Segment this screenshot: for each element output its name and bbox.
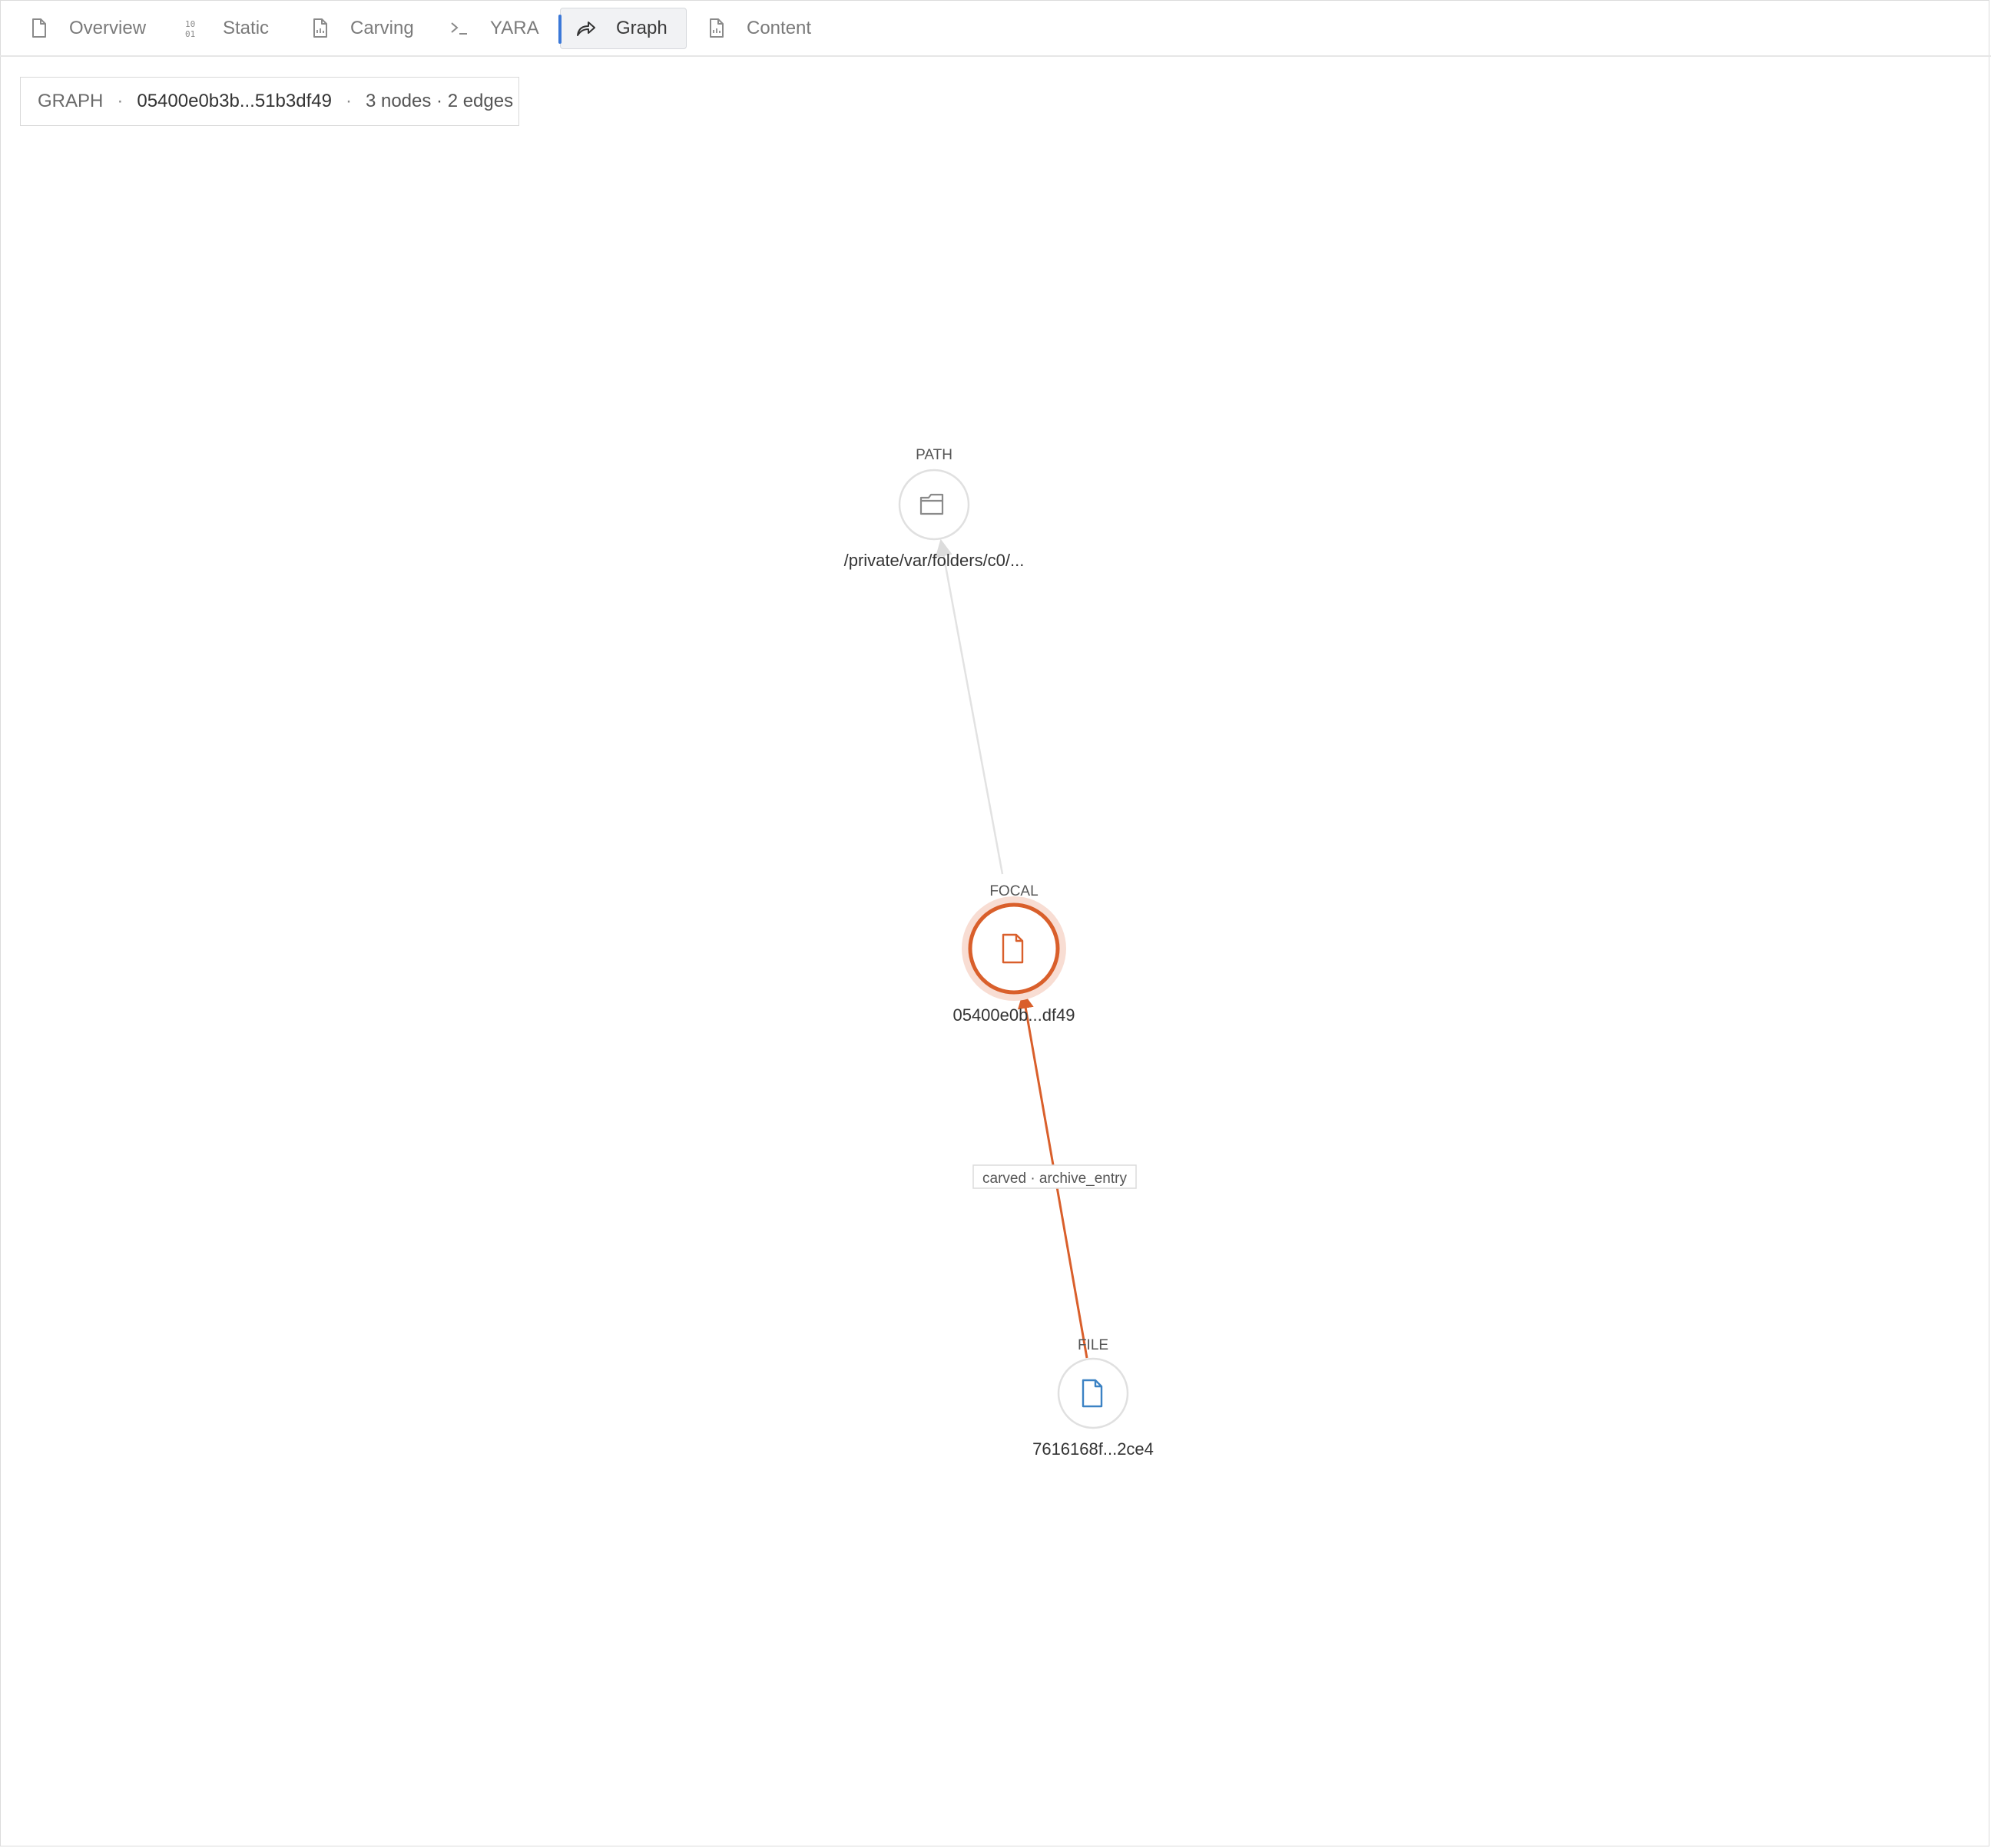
- node-label: 7616168f...2ce4: [1032, 1439, 1154, 1459]
- graph-canvas[interactable]: carved · archive_entry PATH /private/var…: [0, 0, 1991, 1848]
- graph-edge[interactable]: [935, 538, 1004, 875]
- edge-label-text: carved · archive_entry: [982, 1171, 1127, 1187]
- node-label: /private/var/folders/c0/...: [844, 551, 1025, 570]
- node-type-label: FILE: [1078, 1337, 1108, 1353]
- node-label: 05400e0b...df49: [952, 1005, 1075, 1025]
- graph-node-file[interactable]: FILE 7616168f...2ce4: [1032, 1337, 1154, 1459]
- graph-node-focal[interactable]: FOCAL 05400e0b...df49: [952, 883, 1075, 1025]
- edge-label: carved · archive_entry: [972, 1164, 1137, 1189]
- node-type-label: PATH: [916, 447, 952, 463]
- graph-node-path[interactable]: PATH /private/var/folders/c0/...: [844, 447, 1025, 570]
